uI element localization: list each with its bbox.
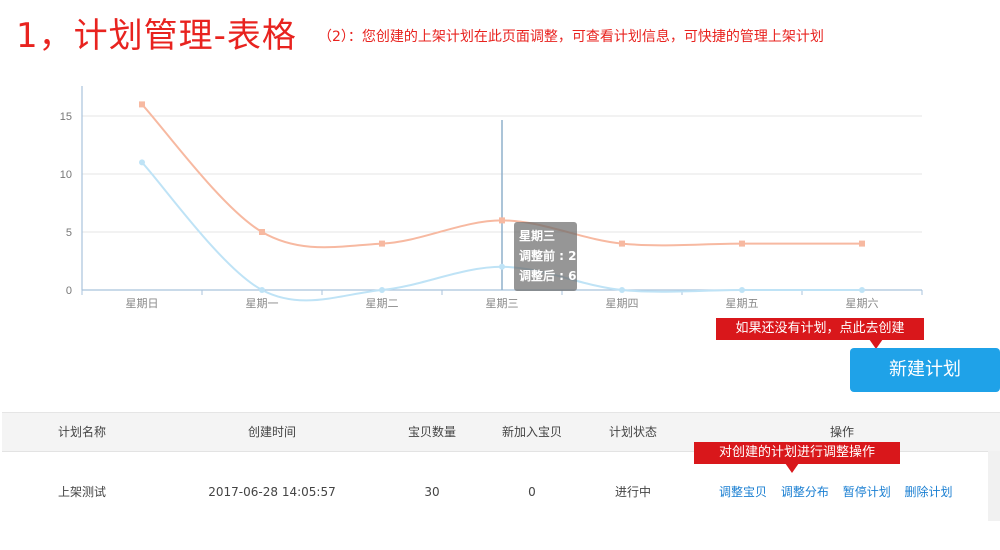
created-time-cell: 2017-06-28 14:05:57 (208, 485, 336, 499)
tooltip-text: 星期三 (519, 228, 555, 243)
data-point (139, 101, 145, 108)
pause-plan-link[interactable]: 暂停计划 (843, 485, 891, 499)
column-header-new-count: 新加入宝贝 (501, 425, 562, 439)
column-header-name: 计划名称 (57, 425, 106, 439)
row-actions: 调整宝贝 调整分布 暂停计划 删除计划 (719, 452, 963, 532)
x-tick-label: 星期三 (486, 297, 519, 310)
new-item-count-cell: 0 (528, 485, 536, 499)
column-header-status: 计划状态 (608, 425, 657, 439)
data-point (379, 287, 385, 293)
column-header-created: 创建时间 (247, 425, 296, 439)
plan-table: 计划名称 创建时间 宝贝数量 新加入宝贝 计划状态 操作 上架测试 2017-0… (2, 412, 1000, 521)
line-chart: 051015星期日 星期一 星期二 星期三 星期四 星期五 星期六星期三调整前 : 2调整后… (60, 86, 923, 310)
x-tick-label: 星期二 (366, 297, 399, 310)
y-tick-label: 5 (66, 227, 72, 239)
data-point (259, 229, 265, 235)
adjust-distribution-link[interactable]: 调整分布 (781, 485, 829, 499)
data-point (619, 240, 625, 247)
y-tick-label: 15 (60, 111, 72, 123)
x-tick-label: 星期一 (246, 297, 279, 310)
data-point (379, 240, 385, 247)
y-tick-label: 10 (60, 169, 72, 181)
x-tick-label: 星期四 (606, 297, 639, 310)
tooltip-text: 调整前 : 2 (519, 248, 577, 263)
adjust-plan-callout: 对创建的计划进行调整操作 (694, 442, 900, 473)
plan-status-cell: 进行中 (614, 485, 651, 499)
column-header-count: 宝贝数量 (407, 425, 456, 439)
delete-plan-link[interactable]: 删除计划 (905, 485, 953, 499)
data-point (739, 240, 745, 247)
data-point (499, 263, 505, 270)
data-point (859, 240, 865, 247)
new-plan-button[interactable]: 新建计划 (850, 348, 1000, 392)
data-point (259, 287, 265, 293)
data-point (859, 287, 865, 293)
x-tick-label: 星期日 (126, 297, 159, 310)
item-count-cell: 30 (424, 485, 440, 499)
create-plan-callout: 如果还没有计划，点此去创建 (716, 318, 924, 349)
x-tick-label: 星期五 (726, 297, 759, 310)
plan-name-cell: 上架测试 (57, 485, 106, 499)
x-tick-label: 星期六 (846, 297, 879, 310)
data-point (499, 217, 505, 224)
tooltip-text: 调整后 : 6 (519, 268, 577, 283)
adjust-items-link[interactable]: 调整宝贝 (719, 485, 767, 499)
table-scrollbar[interactable] (988, 451, 1000, 521)
data-point (619, 287, 625, 293)
data-point (139, 159, 145, 166)
y-tick-label: 0 (66, 285, 72, 297)
data-point (739, 287, 745, 293)
